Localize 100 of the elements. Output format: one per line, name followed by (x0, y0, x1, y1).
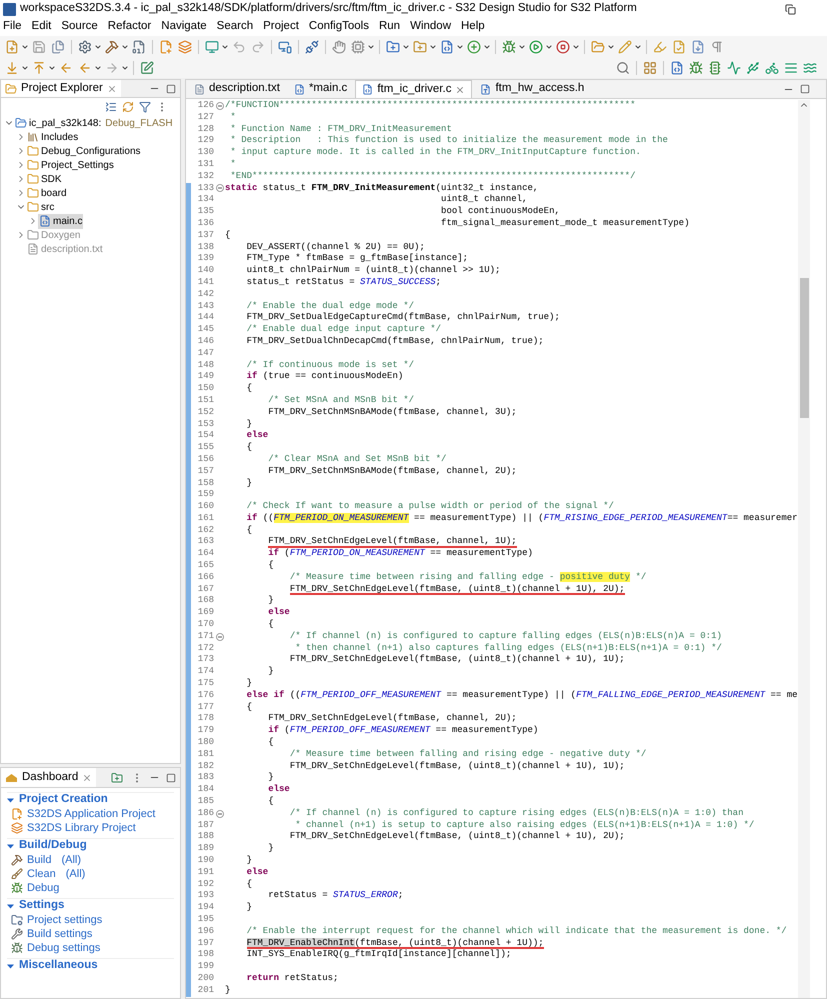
hammer-icon[interactable] (105, 40, 119, 54)
editor-tab[interactable]: description.txt (188, 80, 286, 98)
collapse-triangle-icon[interactable] (7, 902, 14, 910)
dropdown-caret-icon[interactable] (367, 42, 375, 50)
dashboard-link[interactable]: Debug settings (27, 940, 100, 956)
maximize-icon[interactable] (166, 84, 176, 94)
fold-icon[interactable] (216, 102, 224, 110)
layers-icon[interactable] (178, 40, 192, 54)
menu-item[interactable]: Project (263, 18, 299, 36)
menu-item[interactable]: Search (216, 18, 254, 36)
menu-item[interactable]: Window (410, 18, 451, 36)
editor-tab[interactable]: *main.c (288, 80, 354, 98)
dropdown-caret-icon[interactable] (94, 42, 102, 50)
tree-item[interactable]: Includes (26, 130, 80, 144)
pen-square-icon[interactable] (140, 60, 154, 74)
collapse-triangle-icon[interactable] (7, 842, 14, 850)
menu-item[interactable]: Source (61, 18, 98, 36)
window-restore-icon[interactable] (785, 4, 796, 14)
file-arrow-icon[interactable] (691, 40, 705, 54)
dropdown-caret-icon[interactable] (545, 42, 553, 50)
tree-item[interactable]: Debug_Configurations (26, 144, 142, 158)
dropdown-caret-icon[interactable] (94, 64, 102, 72)
close-icon[interactable] (82, 772, 92, 782)
search-icon[interactable] (616, 60, 630, 74)
menu-item[interactable]: Navigate (161, 18, 207, 36)
tree-item[interactable]: ic_pal_s32k148: Debug_FLASH (14, 116, 174, 130)
dropdown-caret-icon[interactable] (518, 42, 526, 50)
dashboard-link[interactable]: Debug (27, 880, 60, 896)
bike-icon[interactable] (765, 60, 779, 74)
menu-item[interactable]: Edit (32, 18, 52, 36)
pilcrow-icon[interactable] (710, 40, 724, 54)
view-tab[interactable]: Dashboard (1, 768, 96, 787)
section-title[interactable]: Miscellaneous (19, 957, 98, 975)
line-number: 168 (196, 595, 214, 608)
new-folder-icon[interactable] (386, 40, 400, 54)
gear-icon[interactable] (78, 40, 92, 54)
pulse-icon[interactable] (727, 60, 741, 74)
dropdown-caret-icon[interactable] (572, 42, 580, 50)
vertical-scrollbar[interactable] (798, 100, 810, 998)
dropdown-caret-icon[interactable] (21, 64, 29, 72)
fold-icon[interactable] (216, 632, 224, 641)
editor-tab[interactable]: ftm_hw_access.h (474, 80, 590, 98)
dashboard-link[interactable]: Build settings (27, 926, 92, 942)
tree-item[interactable]: Project_Settings (26, 158, 115, 172)
dropdown-caret-icon[interactable] (607, 42, 615, 50)
maximize-icon[interactable] (800, 84, 810, 94)
usb-icon[interactable] (746, 60, 760, 74)
dropdown-caret-icon[interactable] (402, 42, 410, 50)
debug-settings-icon (11, 942, 23, 954)
editor-tab[interactable]: ftm_ic_driver.c (355, 80, 472, 98)
view-tab[interactable]: Project Explorer (1, 80, 121, 97)
dropdown-caret-icon[interactable] (221, 42, 229, 50)
code-line: FTM_DRV_SetChnEdgeLevel(ftmBase, (uint8_t)(channel + 1U), 2U); (290, 831, 625, 844)
bug-icon[interactable] (502, 40, 516, 54)
fold-icon[interactable] (216, 810, 224, 818)
scrollbar-thumb[interactable] (800, 278, 808, 418)
menu-item[interactable]: Help (461, 18, 485, 36)
collapse-triangle-icon[interactable] (7, 796, 14, 804)
file-check-icon[interactable] (672, 40, 686, 54)
dashboard-link[interactable]: S32DS Library Project (27, 820, 136, 836)
bars-icon[interactable] (784, 60, 798, 74)
code-line: else (268, 607, 290, 620)
bug-icon[interactable] (689, 60, 703, 74)
dropdown-caret-icon[interactable] (483, 42, 491, 50)
dashboard-link[interactable]: Clean (All) (27, 866, 86, 882)
tree-item[interactable]: src (26, 200, 56, 214)
new-c-file-icon[interactable] (440, 40, 454, 54)
new-folder-icon[interactable] (111, 772, 123, 784)
dropdown-caret-icon[interactable] (456, 42, 464, 50)
build-icon (11, 854, 23, 866)
waves-icon[interactable] (803, 60, 817, 74)
includes-icon (27, 131, 39, 143)
close-icon[interactable] (455, 84, 466, 94)
dropdown-caret-icon[interactable] (21, 42, 29, 50)
menu-item[interactable]: ConfigTools (308, 18, 369, 36)
dropdown-caret-icon[interactable] (429, 42, 437, 50)
dropdown-caret-icon[interactable] (48, 64, 56, 72)
line-number: 129 (196, 135, 214, 148)
dropdown-caret-icon[interactable] (121, 64, 129, 72)
collapse-all-icon[interactable] (105, 101, 117, 113)
fold-icon[interactable] (216, 184, 224, 192)
tree-item[interactable]: board (26, 186, 68, 200)
collapse-triangle-icon[interactable] (7, 962, 14, 970)
code-line: /* If channel (n) is configured to capture rising edges (ELS(n)B:ELS(n)A = 1:0) than (290, 808, 744, 820)
menu-item[interactable]: Refactor (108, 18, 152, 36)
new-source-icon[interactable] (159, 40, 173, 54)
chip-icon[interactable] (708, 60, 722, 74)
dropdown-caret-icon[interactable] (634, 42, 642, 50)
tree-item[interactable]: main.c (38, 214, 84, 228)
menu-item[interactable]: Run (378, 18, 400, 36)
tree-item[interactable]: SDK (26, 172, 63, 186)
dropdown-caret-icon[interactable] (121, 42, 129, 50)
hand-icon[interactable] (332, 40, 346, 54)
filter-icon[interactable] (139, 101, 151, 113)
maximize-icon[interactable] (166, 772, 176, 782)
save-all-icon[interactable] (51, 40, 65, 54)
binary-file-icon[interactable] (132, 40, 146, 54)
menu-item[interactable]: File (3, 18, 22, 36)
disconnect-icon[interactable] (305, 40, 319, 54)
close-icon[interactable] (106, 84, 117, 94)
